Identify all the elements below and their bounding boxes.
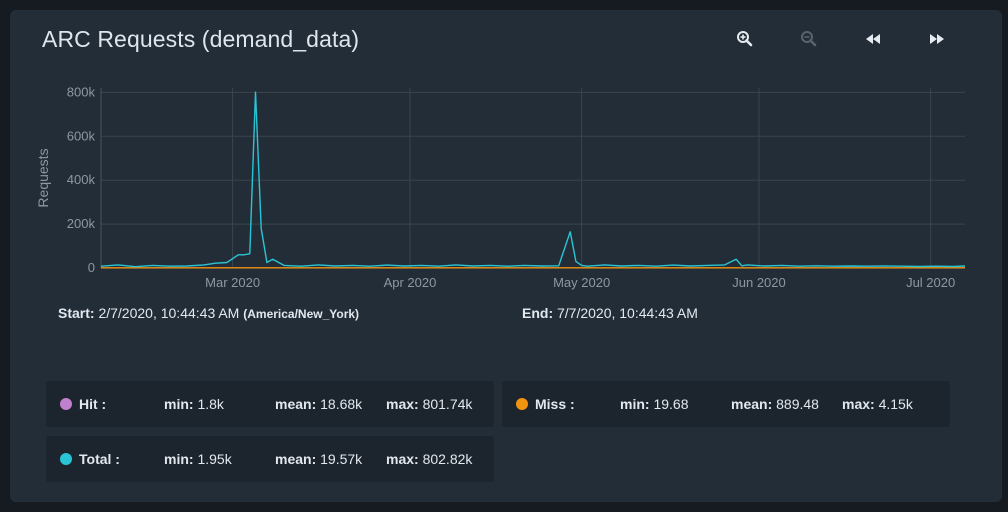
x-tick-label: Jul 2020 — [906, 275, 955, 290]
end-range: End: 7/7/2020, 10:44:43 AM — [522, 305, 698, 321]
y-tick-label: 400k — [67, 172, 96, 187]
x-tick-label: Mar 2020 — [205, 275, 260, 290]
legend-series-name: Miss : — [535, 396, 575, 412]
legend-hit[interactable]: Hit : min: 1.8k mean: 18.68k max: 801.74… — [46, 381, 494, 427]
legend-min: min: 1.8k — [164, 396, 224, 412]
legend-max: max: 4.15k — [842, 396, 913, 412]
legend-miss[interactable]: Miss : min: 19.68 mean: 889.48 max: 4.15… — [502, 381, 950, 427]
y-tick-label: 600k — [67, 128, 96, 143]
total-dot-icon — [60, 453, 72, 465]
y-tick-label: 800k — [67, 84, 96, 99]
legend-series-name: Total : — [79, 451, 120, 467]
start-range: Start: 2/7/2020, 10:44:43 AM (America/Ne… — [58, 305, 359, 321]
start-label: Start: — [58, 305, 95, 321]
legend-max: max: 801.74k — [386, 396, 473, 412]
x-tick-label: Jun 2020 — [732, 275, 786, 290]
y-axis-title: Requests — [35, 148, 51, 207]
hit-dot-icon — [60, 398, 72, 410]
timezone-label: (America/New_York) — [243, 307, 360, 321]
chart-panel: ARC Requests (demand_data) 0 200k 400k 600k… — [10, 10, 1002, 502]
legend-series-name: Hit : — [79, 396, 107, 412]
requests-line-chart[interactable]: 0 200k 400k 600k 800k Mar 2020 Apr 2020 May 202… — [10, 10, 1002, 310]
legend-mean: mean: 889.48 — [731, 396, 819, 412]
legend-mean: mean: 18.68k — [275, 396, 363, 412]
y-tick-label: 200k — [67, 216, 96, 231]
y-tick-label: 0 — [88, 260, 95, 275]
start-value: 2/7/2020, 10:44:43 AM — [98, 305, 240, 321]
legend-min: min: 19.68 — [620, 396, 689, 412]
end-value: 7/7/2020, 10:44:43 AM — [557, 305, 698, 321]
legend-mean: mean: 19.57k — [275, 451, 363, 467]
miss-dot-icon — [516, 398, 528, 410]
legend-min: min: 1.95k — [164, 451, 232, 467]
x-tick-label: May 2020 — [553, 275, 610, 290]
x-tick-label: Apr 2020 — [384, 275, 437, 290]
legend-total[interactable]: Total : min: 1.95k mean: 19.57k max: 802… — [46, 436, 494, 482]
end-label: End: — [522, 305, 554, 321]
legend-max: max: 802.82k — [386, 451, 473, 467]
series-line-total — [100, 91, 966, 268]
